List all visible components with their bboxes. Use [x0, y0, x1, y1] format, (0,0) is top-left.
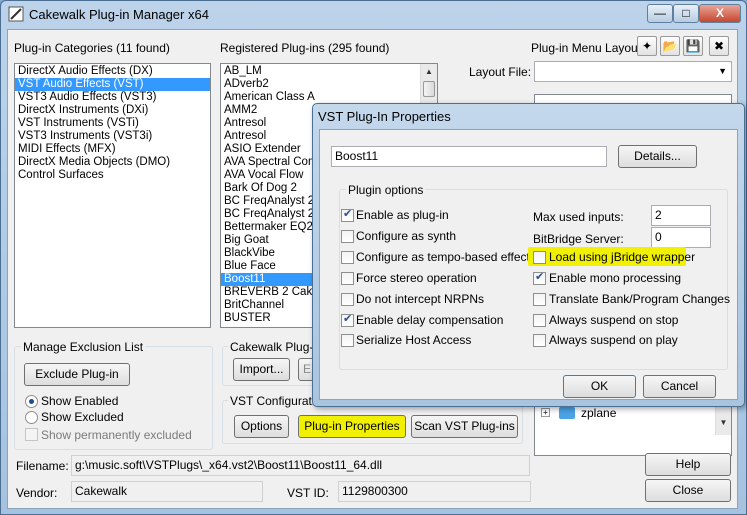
translate-bank-checkbox[interactable]: [533, 293, 546, 306]
tree-item-label: zplane: [581, 406, 617, 420]
category-item[interactable]: DirectX Media Objects (DMO): [15, 156, 210, 169]
bitbridge-label: BitBridge Server:: [533, 232, 624, 246]
dialog-client-area: Boost11 Details... Plugin options Enable…: [319, 129, 738, 400]
maximize-icon: □: [682, 6, 690, 20]
cakewalk-group-header: Cakewalk Plug-in: [228, 340, 325, 354]
show-excluded-radio[interactable]: [25, 411, 38, 424]
vstid-label: VST ID:: [287, 486, 329, 500]
tempo-based-effect-checkbox[interactable]: [341, 251, 354, 264]
suspend-on-play-label[interactable]: Always suspend on play: [549, 333, 678, 347]
open-folder-icon[interactable]: 📂: [660, 36, 680, 56]
category-item[interactable]: Control Surfaces: [15, 169, 210, 182]
load-jbridge-checkbox[interactable]: [533, 251, 546, 264]
bitbridge-field[interactable]: 0: [651, 227, 711, 248]
suspend-on-stop-checkbox[interactable]: [533, 314, 546, 327]
categories-header: Plug-in Categories (11 found): [14, 41, 170, 55]
details-button[interactable]: Details...: [618, 145, 697, 168]
dialog-title: VST Plug-In Properties: [318, 109, 451, 124]
force-stereo-checkbox[interactable]: [341, 272, 354, 285]
filename-field: g:\music.soft\VSTPlugs\_x64.vst2\Boost11…: [71, 455, 530, 476]
save-icon[interactable]: 💾: [683, 36, 703, 56]
category-item[interactable]: VST Instruments (VSTi): [15, 117, 210, 130]
plugin-properties-button[interactable]: Plug-in Properties: [298, 415, 406, 438]
window-title: Cakewalk Plug-in Manager x64: [29, 7, 209, 22]
layout-file-dropdown[interactable]: ▼: [534, 61, 732, 82]
new-layout-icon[interactable]: ✦: [637, 36, 657, 56]
category-item[interactable]: DirectX Audio Effects (DX): [15, 65, 210, 78]
minimize-icon: —: [654, 6, 666, 20]
tree-scrollbar[interactable]: ▼: [715, 405, 731, 435]
app-icon: [8, 6, 24, 22]
exclude-plugin-button[interactable]: Exclude Plug-in: [24, 363, 130, 386]
filename-label: Filename:: [16, 459, 69, 473]
max-inputs-label: Max used inputs:: [533, 210, 624, 224]
category-item[interactable]: MIDI Effects (MFX): [15, 143, 210, 156]
scroll-down-icon[interactable]: ▼: [716, 415, 731, 431]
maximize-button[interactable]: □: [673, 4, 699, 23]
delay-compensation-label[interactable]: Enable delay compensation: [356, 313, 503, 327]
help-button[interactable]: Help: [645, 453, 731, 476]
force-stereo-label[interactable]: Force stereo operation: [356, 271, 477, 285]
do-not-intercept-nrpns-label[interactable]: Do not intercept NRPNs: [356, 292, 484, 306]
max-inputs-field[interactable]: 2: [651, 205, 711, 226]
exclusion-header: Manage Exclusion List: [21, 340, 146, 354]
suspend-on-stop-label[interactable]: Always suspend on stop: [549, 313, 678, 327]
configure-as-synth-checkbox[interactable]: [341, 230, 354, 243]
serialize-host-access-checkbox[interactable]: [341, 334, 354, 347]
category-item-selected[interactable]: VST Audio Effects (VST): [15, 78, 210, 91]
menu-layout-header: Plug-in Menu Layout: [531, 41, 642, 55]
plugin-item[interactable]: AB_LM: [221, 65, 437, 78]
enable-as-plugin-label[interactable]: Enable as plug-in: [356, 208, 449, 222]
close-icon[interactable]: ✖: [709, 36, 729, 56]
enable-as-plugin-checkbox[interactable]: [341, 207, 354, 222]
serialize-host-access-label[interactable]: Serialize Host Access: [356, 333, 471, 347]
suspend-on-play-checkbox[interactable]: [533, 334, 546, 347]
plugin-item[interactable]: ADverb2: [221, 78, 437, 91]
close-button[interactable]: Close: [645, 479, 731, 502]
minimize-button[interactable]: —: [647, 4, 673, 23]
plugin-name-field[interactable]: Boost11: [331, 146, 607, 167]
category-item[interactable]: DirectX Instruments (DXi): [15, 104, 210, 117]
scroll-thumb[interactable]: [423, 81, 435, 97]
load-jbridge-label[interactable]: Load using jBridge wrapper: [549, 250, 695, 264]
mono-processing-checkbox[interactable]: [533, 270, 546, 285]
cancel-button[interactable]: Cancel: [643, 375, 716, 398]
ok-button[interactable]: OK: [563, 375, 636, 398]
vstid-field: 1129800300: [338, 481, 531, 502]
import-button[interactable]: Import...: [233, 358, 290, 381]
scan-vst-plugins-button[interactable]: Scan VST Plug-ins: [411, 415, 518, 438]
plugin-options-header: Plugin options: [346, 183, 426, 197]
show-excluded-label[interactable]: Show Excluded: [41, 410, 124, 424]
category-item[interactable]: VST3 Instruments (VST3i): [15, 130, 210, 143]
vst-properties-dialog: VST Plug-In Properties Boost11 Details..…: [312, 103, 745, 407]
layout-file-label: Layout File:: [469, 65, 532, 79]
plugins-header: Registered Plug-ins (295 found): [220, 41, 390, 55]
tree-item[interactable]: + zplane: [541, 406, 691, 422]
categories-list[interactable]: DirectX Audio Effects (DX) VST Audio Eff…: [14, 63, 211, 328]
delay-compensation-checkbox[interactable]: [341, 312, 354, 327]
window-close-icon: X: [715, 6, 724, 20]
window-close-button[interactable]: X: [699, 4, 741, 23]
category-item[interactable]: VST3 Audio Effects (VST3): [15, 91, 210, 104]
scroll-up-icon[interactable]: ▲: [421, 64, 437, 80]
do-not-intercept-nrpns-checkbox[interactable]: [341, 293, 354, 306]
show-enabled-radio[interactable]: [25, 395, 38, 408]
show-permanently-excluded-checkbox[interactable]: [25, 428, 38, 441]
chevron-down-icon: ▼: [718, 66, 727, 76]
folder-icon: [559, 407, 575, 419]
expand-icon[interactable]: +: [541, 408, 550, 417]
vendor-field: Cakewalk: [71, 481, 263, 502]
tempo-based-effect-label[interactable]: Configure as tempo-based effect: [356, 250, 530, 264]
options-button[interactable]: Options: [234, 415, 289, 438]
configure-as-synth-label[interactable]: Configure as synth: [356, 229, 456, 243]
translate-bank-label[interactable]: Translate Bank/Program Changes: [549, 292, 730, 306]
show-enabled-label[interactable]: Show Enabled: [41, 394, 118, 408]
show-permanently-excluded-label: Show permanently excluded: [41, 428, 192, 442]
mono-processing-label[interactable]: Enable mono processing: [549, 271, 681, 285]
vendor-label: Vendor:: [16, 486, 58, 500]
